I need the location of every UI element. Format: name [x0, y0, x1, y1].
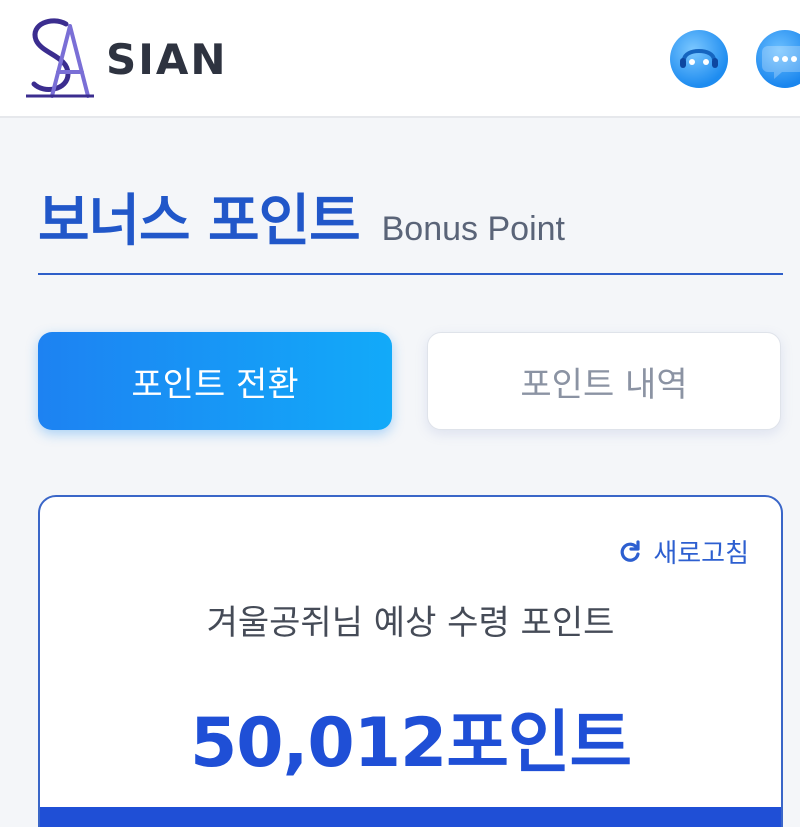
page-title: 보너스 포인트 [38, 189, 361, 254]
sian-logo-icon [26, 18, 94, 98]
support-agent-button[interactable] [670, 30, 728, 88]
brand-name: SIAN [106, 34, 228, 84]
chat-button[interactable] [756, 30, 800, 88]
refresh-label: 새로고침 [653, 539, 749, 569]
tab-point-convert[interactable]: 포인트 전환 [38, 332, 392, 430]
top-header: SIAN [0, 0, 800, 118]
page-subtitle: Bonus Point [381, 210, 565, 248]
title-divider [38, 273, 783, 275]
expected-points-value: 50,012포인트 [189, 704, 632, 783]
refresh-icon [620, 539, 640, 562]
chat-bubble-icon [762, 46, 800, 79]
tab-point-history[interactable]: 포인트 내역 [427, 332, 781, 430]
support-agent-icon [680, 49, 718, 68]
expected-points-card: 새로고침 겨울공쥐님 예상 수령 포인트 50,012포인트 [38, 495, 783, 827]
refresh-button[interactable]: 새로고침 [617, 533, 749, 570]
page-title-row: 보너스 포인트 Bonus Point [38, 176, 565, 257]
expected-points-label: 겨울공쥐님 예상 수령 포인트 [206, 603, 615, 643]
brand-logo[interactable]: SIAN [22, 16, 228, 102]
card-action-bar[interactable] [40, 807, 781, 827]
